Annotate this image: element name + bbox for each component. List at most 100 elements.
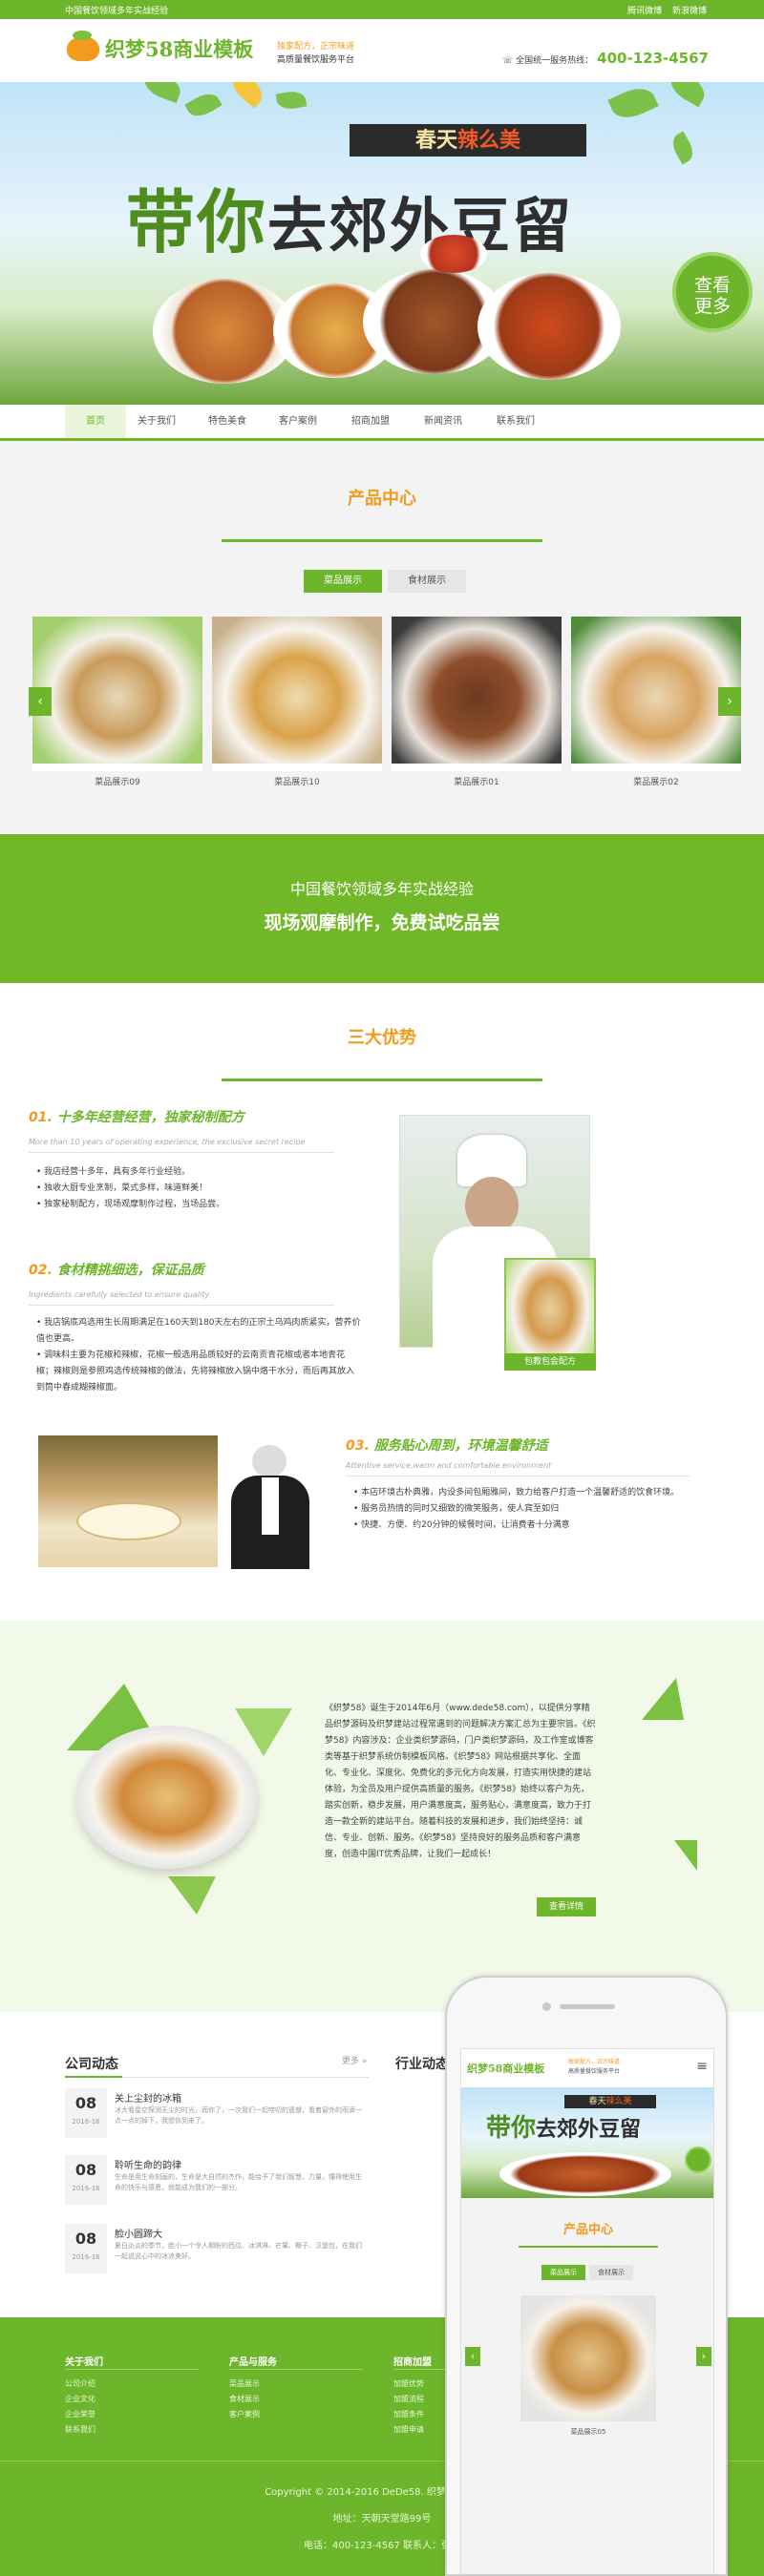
chef-face — [465, 1177, 519, 1234]
footer-col-title: 产品与服务 — [229, 2357, 277, 2368]
triangle-decoration — [168, 1876, 216, 1915]
footer-link[interactable]: 加盟流程 — [393, 2394, 424, 2404]
product-image — [212, 617, 382, 764]
nav-contact[interactable]: 联系我们 — [485, 405, 546, 438]
product-image — [32, 617, 202, 764]
footer-link[interactable]: 公司介绍 — [65, 2378, 96, 2389]
advantage-2-list: 我店锅底鸡选用生长周期满足在160天到180天左右的正宗土乌鸡肉质紧实，营养价值… — [36, 1315, 361, 1396]
speaker-icon — [560, 2004, 615, 2009]
advantage-1-list: 我店经营十多年，具有多年行业经验。 独收大厨专业烹制，菜式多样，味道鲜美！ 独家… — [36, 1164, 351, 1213]
footer-link[interactable]: 加盟条件 — [393, 2409, 424, 2419]
sina-weibo-link[interactable]: 新浪微博 — [672, 7, 707, 16]
product-section-title: 产品中心 — [348, 489, 416, 509]
news-date: 08 2016-16 — [65, 2224, 107, 2273]
news-title: 脸小圆蹄大 — [115, 2230, 162, 2240]
nav-franchise[interactable]: 招商加盟 — [340, 405, 401, 438]
product-image — [571, 617, 741, 764]
camera-icon — [542, 2002, 551, 2011]
tab-ingredients[interactable]: 食材展示 — [388, 570, 466, 593]
footer-link[interactable]: 企业荣誉 — [65, 2409, 96, 2419]
logo[interactable]: 织梦58商业模板 — [67, 31, 254, 63]
phone-icon: ☏ — [502, 56, 514, 66]
news-summary: 冰大看星空探测无尘的时光，而你了，一次我们一起唠叨的遗憾，看着窗外的雨滴一点一点… — [115, 2106, 362, 2125]
footer-link[interactable]: 联系我们 — [65, 2424, 96, 2435]
mobile-prev-arrow[interactable]: ‹ — [465, 2347, 480, 2366]
nav-home[interactable]: 首页 — [65, 405, 126, 438]
footer-link[interactable]: 加盟优势 — [393, 2378, 424, 2389]
product-label: 菜品展示01 — [454, 778, 499, 787]
divider — [229, 2369, 363, 2370]
leaf-decoration — [184, 88, 223, 122]
divider — [65, 2369, 199, 2370]
waiter-photo — [218, 1443, 323, 1569]
hotline: ☏ 全国统一服务热线： 400-123-4567 — [502, 50, 709, 67]
slogan-line-2: 高质量餐饮服务平台 — [277, 55, 355, 65]
advantage-2-subtitle: Ingredients carefully selected to ensure… — [29, 1290, 210, 1299]
mobile-view-more-icon[interactable] — [685, 2147, 711, 2173]
product-label: 菜品展示10 — [274, 778, 320, 787]
mobile-product-label: 菜品展示05 — [570, 2428, 606, 2436]
triangle-decoration — [642, 1678, 684, 1720]
advantage-3-heading: 03. 服务贴心周到，环境温馨舒适 — [346, 1438, 548, 1454]
news-title: 聆听生命的韵律 — [115, 2161, 181, 2171]
band-line-1: 中国餐饮领域多年实战经验 — [289, 880, 474, 898]
footer-link[interactable]: 企业文化 — [65, 2394, 96, 2404]
logo-icon — [67, 31, 99, 61]
product-image — [392, 617, 562, 764]
tab-dishes[interactable]: 菜品展示 — [304, 570, 382, 593]
top-bar: 中国餐饮领域多年实战经验 腾讯微博 新浪微博 — [0, 0, 764, 19]
menu-icon[interactable]: ≡ — [696, 2059, 708, 2074]
footer-col-title: 关于我们 — [65, 2357, 103, 2368]
advantage-1-heading: 01. 十多年经营经营，独家秘制配方 — [29, 1110, 244, 1125]
nav-cases[interactable]: 客户案例 — [267, 405, 329, 438]
title-underline — [222, 539, 542, 542]
site-header: 织梦58商业模板 独家配方，正宗味道 高质量餐饮服务平台 ☏ 全国统一服务热线：… — [0, 19, 764, 82]
footer-link[interactable]: 食材展示 — [229, 2394, 260, 2404]
main-nav: 首页 关于我们 特色美食 客户案例 招商加盟 新闻资讯 联系我们 — [0, 405, 764, 441]
product-card[interactable] — [212, 617, 382, 771]
more-link[interactable]: 更多 » — [342, 2054, 367, 2066]
mobile-banner: 春天辣么美 带你去郊外豆留 — [461, 2087, 713, 2198]
mobile-ribbon: 春天辣么美 — [564, 2095, 656, 2108]
advantage-3-subtitle: Attentive service,warm and comfortable e… — [346, 1461, 552, 1470]
tencent-weibo-link[interactable]: 腾讯微博 — [627, 7, 662, 16]
advantage-2-heading: 02. 食材精挑细选，保证品质 — [29, 1263, 204, 1278]
news-item[interactable]: 08 2016-16 关上尘封的冰箱 冰大看星空探测无尘的时光，而你了，一次我们一… — [65, 2088, 369, 2146]
mobile-banner-title: 带你去郊外豆留 — [486, 2114, 642, 2143]
mobile-logo[interactable]: 织梦58商业模板 — [467, 2061, 544, 2076]
mobile-tab-dishes[interactable]: 菜品展示 — [541, 2265, 585, 2280]
product-card[interactable] — [32, 617, 202, 771]
footer-link[interactable]: 加盟申请 — [393, 2424, 424, 2435]
footer-col-title: 招商加盟 — [393, 2357, 432, 2368]
product-card[interactable] — [392, 617, 562, 771]
news-item[interactable]: 08 2016-16 聆听生命的韵律 生命是用生命刻画的，生命是大自然的杰作，能给… — [65, 2155, 369, 2212]
leaf-decoration — [668, 131, 698, 165]
banner-ribbon: 春天辣么美 — [350, 124, 586, 157]
mobile-screen: 织梦58商业模板 独家配方，正宗味道 高质量餐饮服务平台 ≡ 春天辣么美 带你去… — [460, 2048, 714, 2574]
nav-about[interactable]: 关于我们 — [126, 405, 187, 438]
logo-text: 织梦58商业模板 — [105, 37, 254, 61]
view-more-button[interactable]: 查看更多 — [672, 252, 753, 332]
hero-banner: 春天辣么美 带你去郊外豆留 查看更多 — [0, 82, 764, 405]
industry-news-title: 行业动态 — [395, 2057, 449, 2072]
footer-link[interactable]: 客户案例 — [229, 2409, 260, 2419]
nav-news[interactable]: 新闻资讯 — [413, 405, 474, 438]
footer-link[interactable]: 菜品展示 — [229, 2378, 260, 2389]
recipe-tag: 包教包会配方 — [504, 1353, 596, 1371]
product-card[interactable] — [571, 617, 741, 771]
mobile-tab-ingredients[interactable]: 食材展示 — [589, 2265, 633, 2280]
advantage-1-subtitle: More than 10 years of operating experien… — [29, 1138, 306, 1146]
mobile-product-image[interactable] — [520, 2295, 656, 2421]
carousel-prev-arrow[interactable]: ‹ — [29, 687, 52, 716]
advantage-3-list: 本店环境古朴典雅，内设多间包厢雅间，致力给客户打造一个温馨舒适的饮食环境。 服务… — [353, 1485, 707, 1534]
carousel-next-arrow[interactable]: › — [718, 687, 741, 716]
mobile-next-arrow[interactable]: › — [696, 2347, 711, 2366]
news-date: 08 2016-16 — [65, 2088, 107, 2138]
news-item[interactable]: 08 2016-16 脸小圆蹄大 夏日炎炎的季节，脸小一个令人期盼的西瓜、冰淇淋、… — [65, 2224, 369, 2281]
slogan-line-1: 独家配方，正宗味道 — [277, 42, 355, 52]
mobile-food-image — [499, 2152, 671, 2196]
view-details-button[interactable]: 查看详情 — [537, 1897, 596, 1916]
news-date: 08 2016-16 — [65, 2155, 107, 2205]
band-line-2: 现场观摩制作，免费试吃品尝 — [264, 912, 500, 933]
nav-featured-food[interactable]: 特色美食 — [197, 405, 258, 438]
